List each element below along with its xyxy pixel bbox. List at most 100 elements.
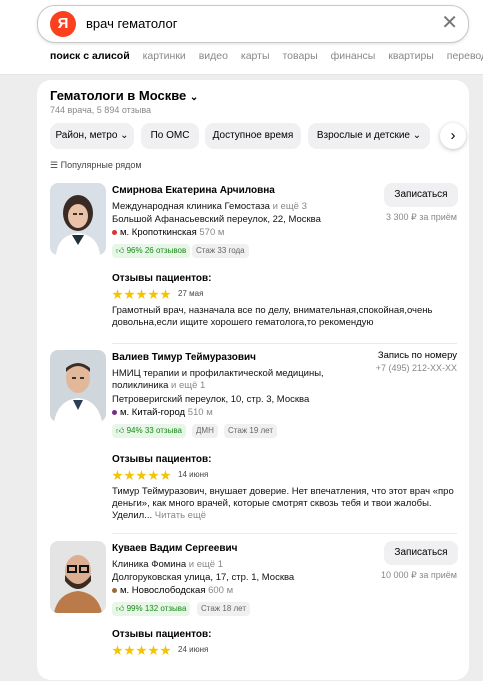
book-button[interactable]: Записаться — [384, 541, 458, 565]
doctor-address: Петроверигский переулок, 10, стр. 3, Мос… — [112, 394, 310, 405]
filter-available-time[interactable]: Доступное время — [205, 123, 301, 149]
reviews-title: Отзывы пациентов: — [112, 273, 212, 284]
tab-products[interactable]: товары — [282, 50, 317, 62]
doctor-clinic-line-2[interactable]: поликлиника и ещё 1 — [112, 380, 205, 391]
panel-subtitle: 744 врача, 5 894 отзыва — [50, 105, 152, 115]
review-date: 27 мая — [178, 289, 204, 298]
star-icon — [112, 289, 123, 300]
thumbs-up-icon: 👍︎ — [116, 426, 125, 435]
star-icon — [148, 470, 159, 481]
review-stars — [112, 643, 172, 656]
doctor-photo[interactable] — [50, 350, 106, 422]
search-input[interactable]: врач гематолог — [86, 16, 178, 31]
doctor-clinic[interactable]: Клиника Фомина и ещё 1 — [112, 559, 223, 570]
review-stars — [112, 287, 172, 300]
reviews-count: 26 отзывов — [144, 246, 187, 255]
doctor-photo[interactable] — [50, 541, 106, 613]
metro-dot-icon — [112, 409, 117, 415]
thumbs-up-icon: 👍︎ — [116, 246, 125, 255]
star-icon — [148, 645, 159, 656]
doctor-photo[interactable] — [50, 183, 106, 255]
thumbs-up-icon: 👍︎ — [116, 604, 125, 613]
sort-icon: ☰ — [50, 160, 59, 170]
search-bar[interactable]: Я врач гематолог ✕ — [37, 5, 469, 43]
clear-icon[interactable]: ✕ — [441, 11, 458, 35]
tab-images[interactable]: картинки — [143, 50, 186, 62]
book-button[interactable]: Записаться — [384, 183, 458, 207]
metro-station: м. Китай-город — [120, 407, 186, 418]
read-more-link[interactable]: Читать ещё — [155, 510, 206, 521]
divider — [112, 533, 457, 534]
rating-badge[interactable]: 👍︎ 99% 132 отзыва — [112, 602, 191, 616]
review-date: 24 июня — [178, 645, 209, 654]
rating-badge[interactable]: 👍︎ 96% 26 отзывов — [112, 244, 191, 258]
clinic-more: и ещё 1 — [171, 380, 206, 391]
panel-title-text: Гематологи в Москве — [50, 88, 187, 103]
doctor-name[interactable]: Валиев Тимур Теймуразович — [112, 352, 256, 363]
tab-alice-search[interactable]: поиск с алисой — [50, 50, 130, 62]
star-icon — [124, 470, 135, 481]
tab-maps[interactable]: карты — [241, 50, 270, 62]
tab-apartments[interactable]: квартиры — [388, 50, 434, 62]
experience-badge: Стаж 19 лет — [224, 424, 278, 438]
metro-dot-icon — [112, 587, 117, 593]
metro-dot-icon — [112, 229, 117, 235]
doctor-metro: м. Китай-город 510 м — [112, 407, 213, 418]
doctor-photo-image — [50, 350, 106, 422]
filter-age[interactable]: Взрослые и детские ⌄ — [308, 123, 430, 149]
star-icon — [160, 289, 171, 300]
clinic-name: Клиника Фомина — [112, 559, 187, 570]
doctor-card: Куваев Вадим Сергеевич Клиника Фомина и … — [37, 541, 469, 681]
star-icon — [124, 289, 135, 300]
doctor-price: 3 300 ₽ за приём — [386, 212, 457, 222]
metro-station: м. Кропоткинская — [120, 227, 197, 238]
review-text[interactable]: Грамотный врач, назначала все по делу, в… — [112, 305, 462, 329]
tab-video[interactable]: видео — [199, 50, 228, 62]
call-label[interactable]: Запись по номеру — [378, 350, 457, 361]
rating-badge[interactable]: 👍︎ 94% 33 отзыва — [112, 424, 186, 438]
doctor-address: Большой Афанасьевский переулок, 22, Моск… — [112, 214, 321, 225]
doctor-phone[interactable]: +7 (495) 212-XX-XX — [376, 363, 457, 373]
clinic-more: и ещё 3 — [272, 201, 307, 212]
chevron-right-icon[interactable]: › — [440, 123, 466, 149]
rating-value: 96% — [126, 246, 143, 255]
review-stars — [112, 468, 172, 481]
sort-selector[interactable]: ☰ Популярные рядом — [50, 160, 142, 171]
sort-label: Популярные рядом — [60, 160, 142, 170]
experience-badge: Стаж 33 года — [192, 244, 249, 258]
tabs-divider — [0, 74, 483, 75]
panel-title[interactable]: Гематологи в Москве ⌄ — [50, 88, 198, 103]
doctor-photo-image — [50, 541, 106, 613]
divider — [112, 343, 457, 344]
star-icon — [136, 645, 147, 656]
reviews-count: 33 отзыва — [144, 426, 182, 435]
star-icon — [148, 289, 159, 300]
doctor-price: 10 000 ₽ за приём — [381, 570, 457, 580]
review-text[interactable]: Тимур Теймуразович, внушает доверие. Нет… — [112, 486, 462, 522]
doctor-name[interactable]: Смирнова Екатерина Арчиловна — [112, 185, 275, 196]
yandex-logo[interactable]: Я — [50, 11, 76, 37]
tab-translator[interactable]: переводчик — [447, 50, 483, 62]
metro-distance: 600 м — [208, 585, 234, 596]
review-date: 14 июня — [178, 470, 209, 479]
doctor-card: Смирнова Екатерина Арчиловна Международн… — [37, 183, 469, 343]
clinic-name: Международная клиника Гемостаза — [112, 201, 270, 212]
reviews-count: 132 отзыва — [144, 604, 187, 613]
filter-district[interactable]: Район, метро ⌄ — [50, 123, 134, 149]
filter-oms[interactable]: По ОМС — [141, 123, 199, 149]
search-tabs: поиск с алисой картинки видео карты това… — [50, 50, 483, 62]
doctors-panel: Гематологи в Москве ⌄ 744 врача, 5 894 о… — [37, 80, 469, 680]
experience-badge: Стаж 18 лет — [197, 602, 251, 616]
doctor-clinic-line-1[interactable]: НМИЦ терапии и профилактической медицины… — [112, 368, 324, 379]
star-icon — [136, 470, 147, 481]
doctor-card: Валиев Тимур Теймуразович НМИЦ терапии и… — [37, 350, 469, 530]
search-header: Я врач гематолог ✕ поиск с алисой картин… — [0, 0, 483, 75]
doctor-clinic[interactable]: Международная клиника Гемостаза и ещё 3 — [112, 201, 307, 212]
star-icon — [160, 470, 171, 481]
doctor-address: Долгоруковская улица, 17, стр. 1, Москва — [112, 572, 295, 583]
star-icon — [112, 470, 123, 481]
tab-finance[interactable]: финансы — [331, 50, 376, 62]
star-icon — [136, 289, 147, 300]
reviews-title: Отзывы пациентов: — [112, 629, 212, 640]
doctor-name[interactable]: Куваев Вадим Сергеевич — [112, 543, 237, 554]
